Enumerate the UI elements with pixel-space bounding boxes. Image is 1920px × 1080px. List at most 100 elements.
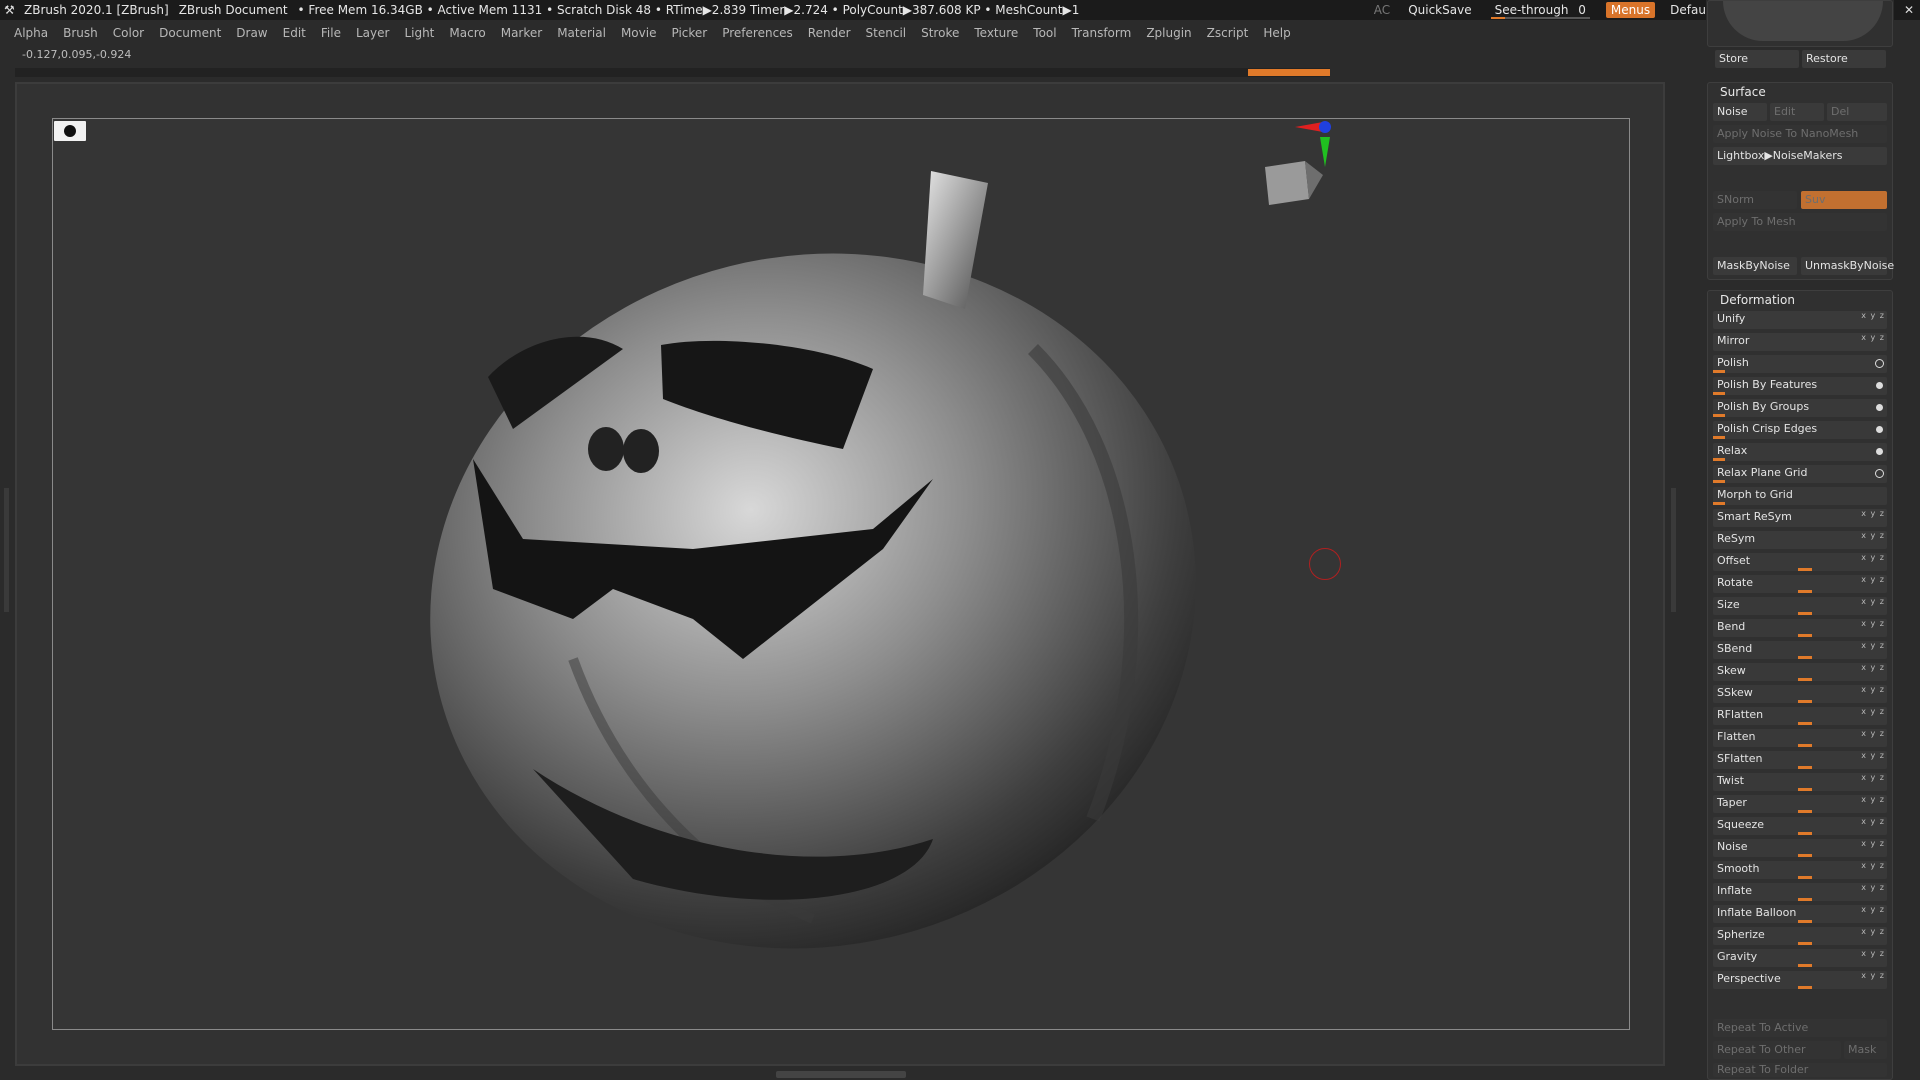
menu-edit[interactable]: Edit [283,26,306,40]
slider-marker[interactable] [1798,986,1812,989]
menu-layer[interactable]: Layer [356,26,389,40]
menu-color[interactable]: Color [113,26,144,40]
gizmo-z-axis[interactable] [1319,121,1331,133]
slider-fill[interactable] [1713,370,1725,373]
dot-icon[interactable] [1876,404,1883,411]
menus-toggle-button[interactable]: Menus [1605,2,1656,18]
menu-marker[interactable]: Marker [501,26,542,40]
slider-marker[interactable] [1798,700,1812,703]
slider-marker[interactable] [1798,854,1812,857]
menu-document[interactable]: Document [159,26,221,40]
noise-del-button[interactable]: Del [1827,103,1887,121]
ring-icon[interactable] [1875,359,1884,368]
axis-toggle-icon[interactable]: x y z [1861,575,1885,584]
dot-icon[interactable] [1876,426,1883,433]
gizmo-y-axis[interactable] [1320,137,1330,167]
axis-toggle-icon[interactable]: x y z [1861,839,1885,848]
mask-by-noise-button[interactable]: MaskByNoise [1713,257,1797,275]
axis-toggle-icon[interactable]: x y z [1861,971,1885,980]
menu-preferences[interactable]: Preferences [722,26,793,40]
axis-toggle-icon[interactable]: x y z [1861,949,1885,958]
axis-toggle-icon[interactable]: x y z [1861,927,1885,936]
repeat-to-active-button[interactable]: Repeat To Active [1713,1019,1887,1037]
close-icon[interactable]: ✕ [1898,3,1920,17]
menu-stencil[interactable]: Stencil [866,26,907,40]
restore-button[interactable]: Restore [1802,50,1886,68]
slider-marker[interactable] [1798,788,1812,791]
dot-icon[interactable] [1876,448,1883,455]
snorm-slider[interactable]: SNorm [1713,191,1797,209]
deformation-smooth[interactable]: Smooth x y z [1713,861,1887,879]
deformation-rotate[interactable]: Rotate x y z [1713,575,1887,593]
menu-alpha[interactable]: Alpha [14,26,48,40]
slider-fill[interactable] [1713,502,1725,505]
bottom-tray-handle[interactable] [776,1071,906,1078]
deformation-spherize[interactable]: Spherize x y z [1713,927,1887,945]
slider-marker[interactable] [1798,656,1812,659]
deformation-noise[interactable]: Noise x y z [1713,839,1887,857]
menu-tool[interactable]: Tool [1033,26,1056,40]
deformation-inflate-balloon[interactable]: Inflate Balloon x y z [1713,905,1887,923]
deformation-gravity[interactable]: Gravity x y z [1713,949,1887,967]
slider-marker[interactable] [1798,810,1812,813]
deformation-relax[interactable]: Relax [1713,443,1887,461]
axis-toggle-icon[interactable]: x y z [1861,553,1885,562]
deformation-squeeze[interactable]: Squeeze x y z [1713,817,1887,835]
left-tray-handle[interactable] [4,488,9,612]
slider-marker[interactable] [1798,920,1812,923]
deformation-polish-by-features[interactable]: Polish By Features [1713,377,1887,395]
slider-marker[interactable] [1798,876,1812,879]
repeat-to-other-button[interactable]: Repeat To Other [1713,1041,1841,1059]
slider-marker[interactable] [1798,964,1812,967]
deformation-flatten[interactable]: Flatten x y z [1713,729,1887,747]
right-tray-handle[interactable] [1671,488,1676,612]
menu-file[interactable]: File [321,26,341,40]
menu-macro[interactable]: Macro [449,26,485,40]
menu-zscript[interactable]: Zscript [1207,26,1249,40]
slider-marker[interactable] [1798,590,1812,593]
deformation-smart-resym[interactable]: Smart ReSym x y z [1713,509,1887,527]
menu-zplugin[interactable]: Zplugin [1146,26,1191,40]
deformation-size[interactable]: Size x y z [1713,597,1887,615]
deformation-bend[interactable]: Bend x y z [1713,619,1887,637]
slider-marker[interactable] [1798,898,1812,901]
slider-fill[interactable] [1713,480,1725,483]
document-canvas[interactable] [52,118,1630,1030]
slider-marker[interactable] [1798,766,1812,769]
axis-gizmo[interactable] [1295,121,1331,167]
apply-to-mesh-button[interactable]: Apply To Mesh [1713,213,1887,231]
view-cube[interactable] [1265,161,1323,205]
deformation-relax-plane-grid[interactable]: Relax Plane Grid [1713,465,1887,483]
axis-toggle-icon[interactable]: x y z [1861,311,1885,320]
menu-transform[interactable]: Transform [1072,26,1132,40]
slider-marker[interactable] [1798,612,1812,615]
viewport-toggle-icon[interactable] [54,121,86,141]
axis-toggle-icon[interactable]: x y z [1861,509,1885,518]
deformation-rflatten[interactable]: RFlatten x y z [1713,707,1887,725]
dot-icon[interactable] [1876,382,1883,389]
deformation-perspective[interactable]: Perspective x y z [1713,971,1887,989]
slider-fill[interactable] [1713,436,1725,439]
repeat-to-folder-button[interactable]: Repeat To Folder [1713,1063,1887,1077]
axis-toggle-icon[interactable]: x y z [1861,597,1885,606]
deformation-morph-to-grid[interactable]: Morph to Grid [1713,487,1887,505]
menu-light[interactable]: Light [404,26,434,40]
deformation-resym[interactable]: ReSym x y z [1713,531,1887,549]
menu-material[interactable]: Material [557,26,606,40]
menu-picker[interactable]: Picker [671,26,707,40]
slider-marker[interactable] [1798,832,1812,835]
axis-toggle-icon[interactable]: x y z [1861,619,1885,628]
deformation-polish-crisp-edges[interactable]: Polish Crisp Edges [1713,421,1887,439]
slider-marker[interactable] [1798,744,1812,747]
slider-marker[interactable] [1798,568,1812,571]
slider-marker[interactable] [1798,722,1812,725]
axis-toggle-icon[interactable]: x y z [1861,773,1885,782]
see-through-slider[interactable]: See-through 0 [1490,3,1590,19]
axis-toggle-icon[interactable]: x y z [1861,795,1885,804]
deformation-taper[interactable]: Taper x y z [1713,795,1887,813]
menu-movie[interactable]: Movie [621,26,657,40]
ac-button[interactable]: AC [1374,3,1390,17]
deformation-sbend[interactable]: SBend x y z [1713,641,1887,659]
menu-draw[interactable]: Draw [236,26,267,40]
menu-render[interactable]: Render [808,26,851,40]
